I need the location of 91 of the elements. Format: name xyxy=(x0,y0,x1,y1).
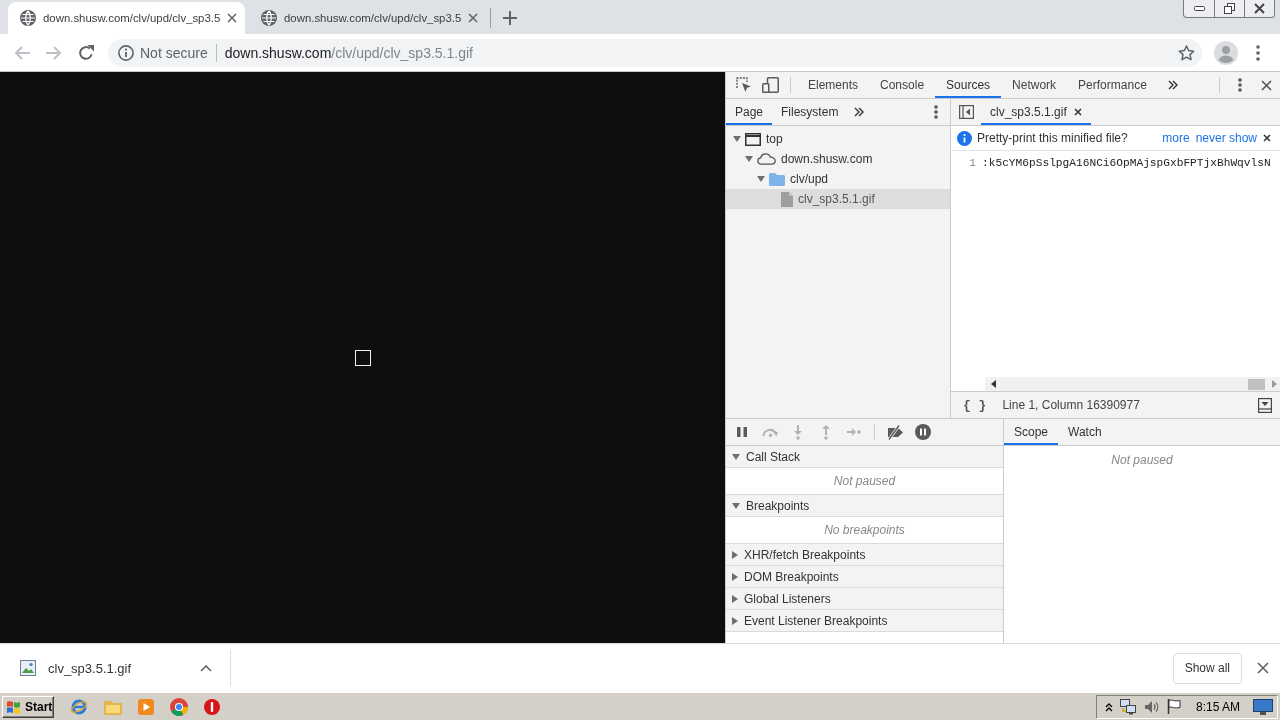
browser-tab[interactable]: down.shusw.com/clv/upd/clv_sp3.5 xyxy=(8,2,245,34)
minimize-icon xyxy=(1193,6,1205,11)
section-header[interactable]: Call Stack xyxy=(726,446,1003,468)
scroll-thumb[interactable] xyxy=(1248,378,1265,390)
inspect-icon[interactable] xyxy=(735,77,752,93)
tree-item[interactable]: clv/upd xyxy=(726,169,950,189)
section-header[interactable]: XHR/fetch Breakpoints xyxy=(726,544,1003,566)
desktop-icon[interactable] xyxy=(1253,698,1273,715)
wheel-logo-icon[interactable] xyxy=(170,697,188,716)
windows-logo-icon xyxy=(6,699,22,714)
folder-icon xyxy=(769,172,785,186)
plus-icon[interactable] xyxy=(503,11,517,25)
cursor-position-text: Line 1, Column 16390977 xyxy=(1002,398,1140,412)
sidebar-tab[interactable]: Scope xyxy=(1004,419,1059,445)
address-bar[interactable]: Not secure down.shusw.com/clv/upd/clv_sp3.5.1.gif xyxy=(108,38,1202,67)
reload-icon[interactable] xyxy=(78,44,94,61)
left-triangle-icon[interactable] xyxy=(991,380,996,388)
globe-icon xyxy=(20,10,36,26)
clock-text: 8:15 AM xyxy=(1195,699,1240,714)
triangle-down-icon[interactable] xyxy=(733,136,741,142)
url-text: down.shusw.com/clv/upd/clv_sp3.5.1.gif xyxy=(224,44,473,61)
speaker-icon[interactable] xyxy=(1143,699,1160,714)
tree-item[interactable]: clv_sp3.5.1.gif xyxy=(726,189,950,209)
section-header[interactable]: Breakpoints xyxy=(726,495,1003,517)
triangle-right-icon[interactable] xyxy=(732,550,738,559)
caret-up-icon[interactable] xyxy=(200,664,212,672)
format-button[interactable]: { } xyxy=(959,397,991,413)
window-frame-icon xyxy=(745,132,761,146)
flag-icon[interactable] xyxy=(1166,699,1181,714)
more-icon[interactable] xyxy=(934,105,938,119)
double-chevron-icon[interactable] xyxy=(1167,80,1178,90)
infobar-link[interactable]: more xyxy=(1162,131,1190,145)
close-icon[interactable] xyxy=(1263,134,1271,142)
more-icon[interactable] xyxy=(1256,44,1260,61)
empty-message: Not paused xyxy=(1111,453,1173,467)
close-icon[interactable] xyxy=(1261,79,1272,91)
slashed-tag-icon[interactable] xyxy=(885,424,905,440)
square-outline-icon xyxy=(354,349,371,366)
globe-icon xyxy=(261,10,277,26)
infobar-link[interactable]: never show xyxy=(1195,131,1257,145)
infobar-message: Pretty-print this minified file? xyxy=(977,131,1128,145)
triangle-right-icon[interactable] xyxy=(732,594,738,603)
alert-circle-icon[interactable] xyxy=(204,698,220,715)
line-number: 1 xyxy=(968,157,977,169)
code-line: :k5cYM6pSslpgA16NCi6OpMAjspGxbFPTjxBhWqvlsN xyxy=(982,157,1271,169)
dropdown-box-icon[interactable] xyxy=(1258,397,1272,413)
cloud-icon xyxy=(757,153,776,165)
show-all-button[interactable]: Show all xyxy=(1172,652,1242,684)
ring-orbit-icon[interactable] xyxy=(70,697,88,716)
close-icon[interactable] xyxy=(1254,3,1265,14)
section-header[interactable]: Event Listener Breakpoints xyxy=(726,610,1003,632)
navigator-tab[interactable]: Page xyxy=(726,99,773,125)
devtools-tab[interactable]: Elements xyxy=(797,72,870,98)
info-icon[interactable] xyxy=(118,44,134,61)
network-icon[interactable] xyxy=(1119,698,1137,715)
pause-icon[interactable] xyxy=(737,427,747,437)
download-item[interactable]: clv_sp3.5.1.gif xyxy=(20,660,212,676)
double-chevron-icon[interactable] xyxy=(854,107,865,117)
sidebar-toggle-icon[interactable] xyxy=(958,105,974,119)
tree-item[interactable]: top xyxy=(726,129,950,149)
devtools-tab[interactable]: Performance xyxy=(1067,72,1158,98)
triangle-down-icon[interactable] xyxy=(757,176,765,182)
browser-tab[interactable]: down.shusw.com/clv/upd/clv_sp3.5 xyxy=(249,2,486,34)
pause-circle-icon[interactable] xyxy=(915,424,931,440)
triangle-down-icon[interactable] xyxy=(732,502,740,509)
chevron-up-icon[interactable] xyxy=(1104,701,1113,712)
devtools-tab[interactable]: Console xyxy=(869,72,936,98)
more-icon[interactable] xyxy=(1237,78,1242,92)
info-icon xyxy=(957,130,972,146)
file-icon xyxy=(781,191,793,207)
triangle-down-icon[interactable] xyxy=(745,156,753,162)
start-button[interactable]: Start xyxy=(2,695,54,718)
tree-item[interactable]: down.shusw.com xyxy=(726,149,950,169)
sidebar-tab[interactable]: Watch xyxy=(1058,419,1112,445)
triangle-down-icon[interactable] xyxy=(732,453,740,460)
section-header[interactable]: DOM Breakpoints xyxy=(726,566,1003,588)
triangle-right-icon[interactable] xyxy=(732,572,738,581)
close-icon[interactable] xyxy=(1073,108,1082,116)
star-icon[interactable] xyxy=(1178,44,1195,61)
restore-icon xyxy=(1224,3,1235,14)
horizontal-scrollbar[interactable] xyxy=(985,377,1280,391)
triangle-right-icon[interactable] xyxy=(732,616,738,625)
security-label[interactable]: Not secure xyxy=(140,44,208,61)
section-header[interactable]: Global Listeners xyxy=(726,588,1003,610)
close-icon[interactable] xyxy=(227,13,237,23)
avatar-icon[interactable] xyxy=(1214,40,1238,65)
devices-icon[interactable] xyxy=(762,77,779,93)
navigator-tab[interactable]: Filesystem xyxy=(772,99,848,125)
close-icon[interactable] xyxy=(1257,662,1269,674)
devtools-tab[interactable]: Network xyxy=(1001,72,1068,98)
image-file-icon xyxy=(20,660,36,676)
